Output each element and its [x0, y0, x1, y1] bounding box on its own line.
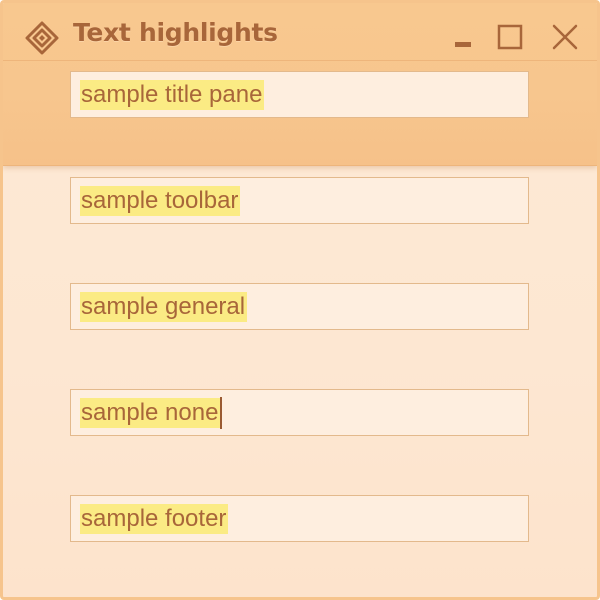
minimize-icon: [455, 42, 471, 47]
titlebar[interactable]: Text highlights: [3, 3, 597, 61]
text-caret: [220, 397, 222, 429]
window-title: Text highlights: [73, 18, 278, 47]
footer-text-field[interactable]: sample footer: [70, 495, 529, 542]
title-pane-highlighted-text: sample title pane: [80, 80, 265, 110]
general-text-field[interactable]: sample general: [70, 283, 529, 330]
title-pane-text-field[interactable]: sample title pane: [70, 71, 529, 118]
maximize-icon: [497, 24, 523, 50]
none-highlighted-text: sample none: [80, 398, 221, 428]
toolbar-highlighted-text: sample toolbar: [80, 186, 241, 216]
toolbar-text-field[interactable]: sample toolbar: [70, 177, 529, 224]
close-icon: [552, 24, 578, 50]
none-text-field[interactable]: sample none: [70, 389, 529, 436]
close-button[interactable]: [548, 21, 582, 55]
maximize-button[interactable]: [493, 21, 527, 55]
minimize-button[interactable]: [446, 21, 480, 55]
general-highlighted-text: sample general: [80, 292, 248, 322]
title-pane: Text highlights sample title pane: [3, 3, 597, 166]
diamond-icon: [25, 21, 59, 55]
footer-highlighted-text: sample footer: [80, 504, 229, 534]
text-highlights-window: Text highlights sample title pane sample…: [0, 0, 600, 600]
